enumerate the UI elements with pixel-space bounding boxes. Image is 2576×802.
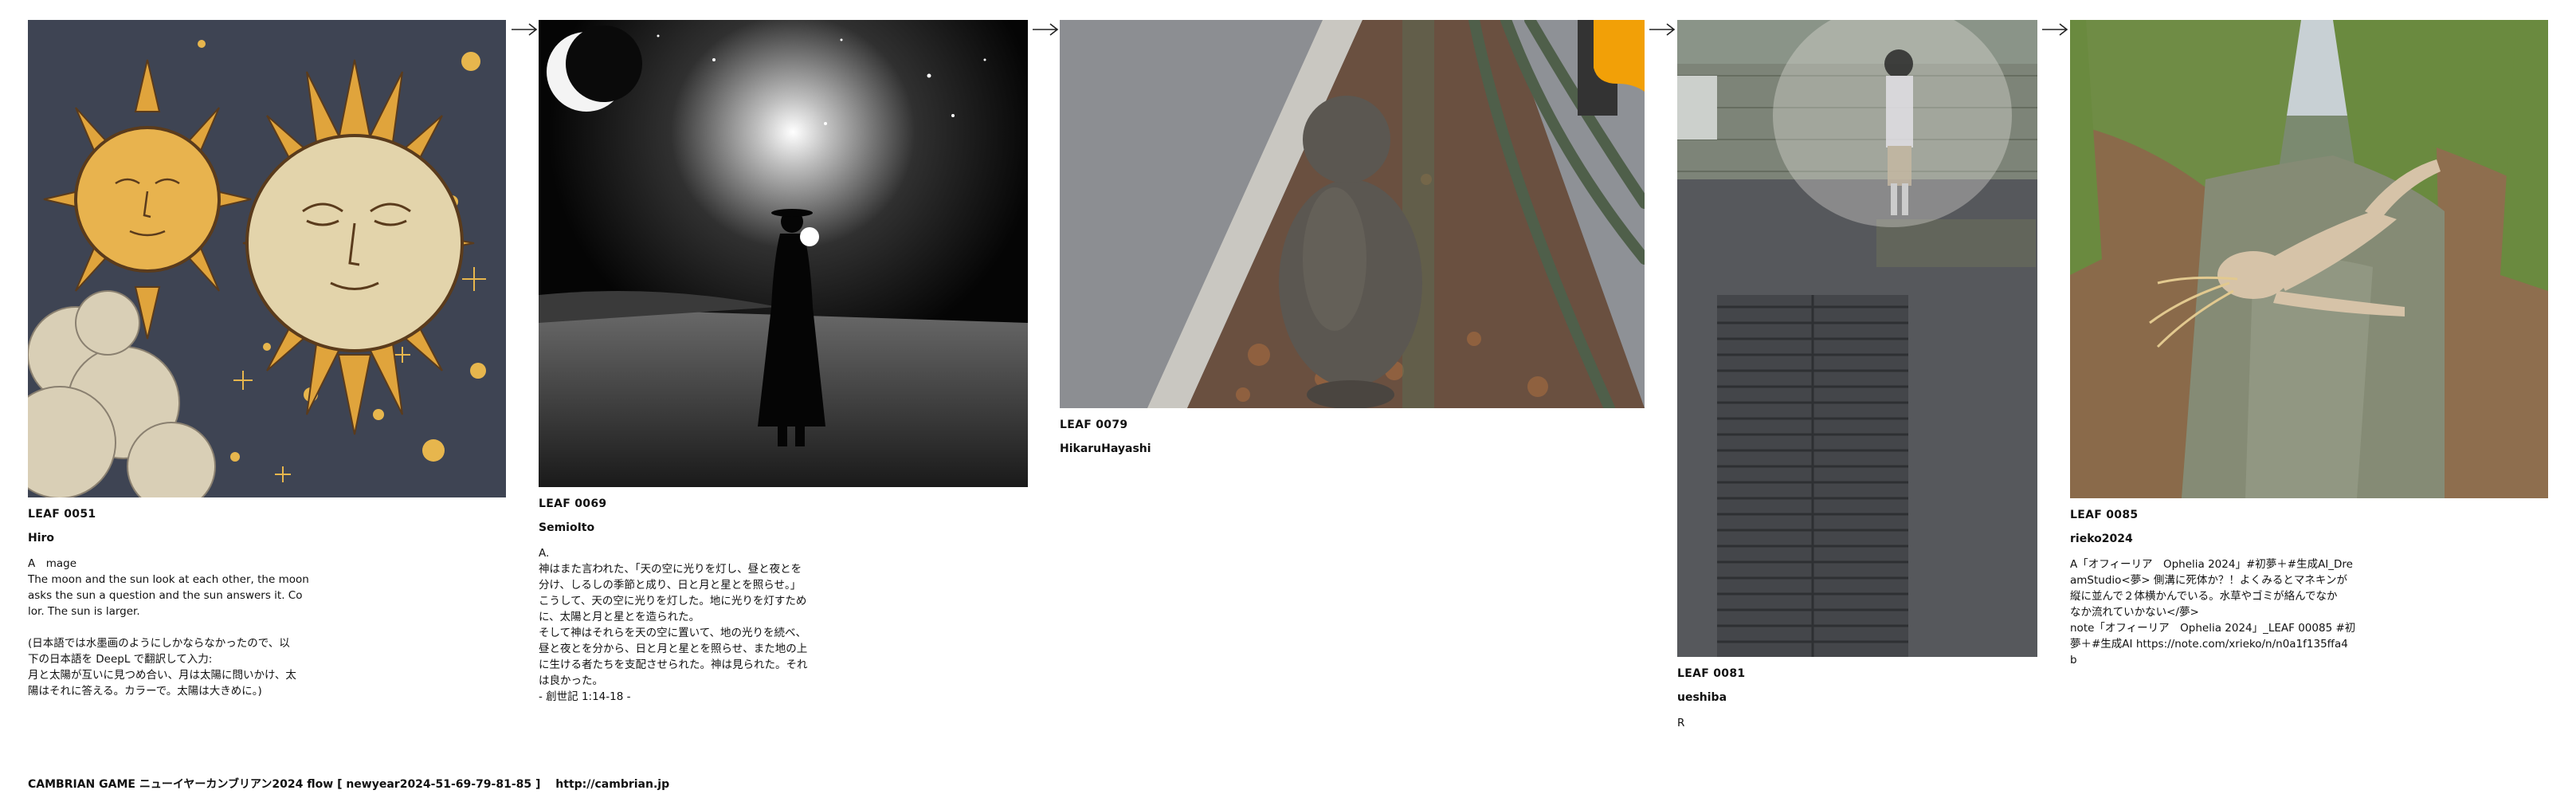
leaf-card-0079: LEAF 0079 HikaruHayashi <box>1060 20 1645 455</box>
footer-title: CAMBRIAN GAME ニューイヤーカンブリアン2024 flow [ ne… <box>28 778 541 791</box>
ghostly-girl-street-photo <box>1677 20 2037 657</box>
footer-link[interactable]: http://cambrian.jp <box>555 778 669 791</box>
leaf-description: A「オフィーリア Ophelia 2024」#初夢＋#生成AI_Dre amSt… <box>2070 558 2356 666</box>
leaf-id: LEAF 0051 <box>28 508 96 521</box>
leaf-id: LEAF 0081 <box>1677 667 1746 680</box>
leaf-id: LEAF 0079 <box>1060 419 1128 431</box>
leaf-image[interactable] <box>539 20 1028 487</box>
leaf-author[interactable]: SemioIto <box>539 521 1028 534</box>
leaf-author[interactable]: ueshiba <box>1677 691 2037 704</box>
leaf-description: A mage The moon and the sun look at each… <box>28 557 309 698</box>
flow-arrow-icon <box>1032 22 1059 37</box>
sun-and-moon-illustration <box>28 20 506 497</box>
monkey-by-guardrail-photo <box>1060 20 1645 408</box>
leaf-author[interactable]: rieko2024 <box>2070 533 2548 545</box>
leaf-description: R <box>1677 717 1685 729</box>
leaf-card-0081: LEAF 0081 ueshiba R <box>1677 20 2037 731</box>
leaf-image[interactable] <box>1677 20 2037 657</box>
silhouette-under-moon-photo <box>539 20 1028 487</box>
flow-arrow-icon <box>1649 22 1676 37</box>
leaf-card-0085: LEAF 0085 rieko2024 A「オフィーリア Ophelia 202… <box>2070 20 2548 668</box>
leaf-image[interactable] <box>1060 20 1645 408</box>
leaf-card-0051: LEAF 0051 Hiro A mage The moon and the s… <box>28 20 506 699</box>
leaf-author[interactable]: HikaruHayashi <box>1060 442 1645 455</box>
leaf-author[interactable]: Hiro <box>28 532 506 544</box>
flow-arrow-icon <box>511 22 538 37</box>
leaf-card-0069: LEAF 0069 SemioIto A. 神はまた言われた、「天の空に光りを灯… <box>539 20 1028 705</box>
leaf-image[interactable] <box>28 20 506 497</box>
ophelia-in-ditch-photo <box>2070 20 2548 498</box>
leaf-id: LEAF 0085 <box>2070 509 2139 521</box>
leaf-image[interactable] <box>2070 20 2548 498</box>
leaf-description: A. 神はまた言われた、「天の空に光りを灯し、昼と夜とを 分け、しるしの季節と成… <box>539 547 808 703</box>
footer: CAMBRIAN GAME ニューイヤーカンブリアン2024 flow [ ne… <box>28 776 680 792</box>
flow-arrow-icon <box>2041 22 2068 37</box>
leaf-id: LEAF 0069 <box>539 497 607 510</box>
